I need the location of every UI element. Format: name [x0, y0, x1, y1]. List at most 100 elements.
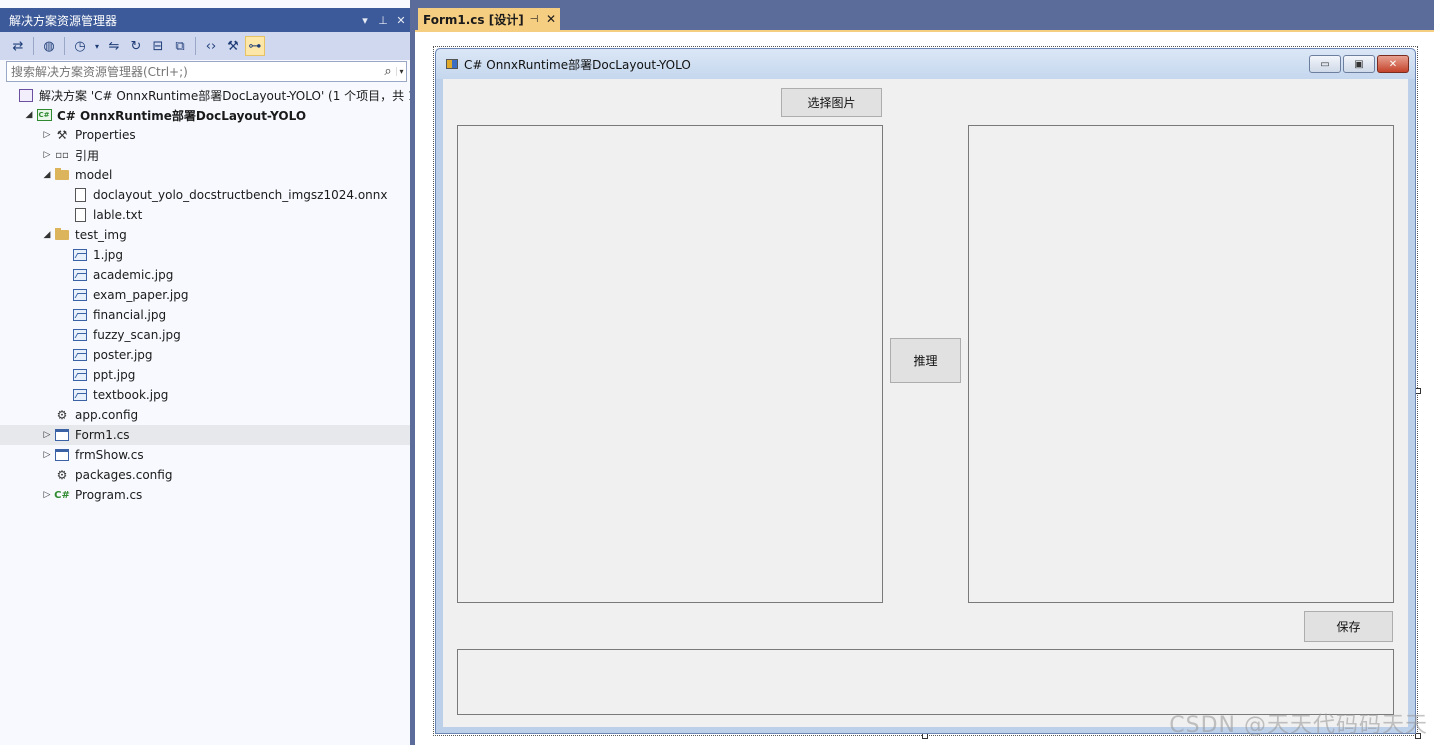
tree-item-label: 解决方案 'C# OnnxRuntime部署DocLayout-YOLO' (1…	[39, 88, 410, 103]
tree-item-img-fuzzy-scan[interactable]: fuzzy_scan.jpg	[0, 325, 410, 345]
form-app-icon	[446, 59, 458, 69]
tree-item-label: poster.jpg	[93, 348, 153, 362]
image-file-icon	[72, 287, 88, 303]
close-icon[interactable]: ✕	[1377, 55, 1409, 73]
search-icon[interactable]: ⌕	[380, 64, 396, 79]
tree-item-solution[interactable]: 解决方案 'C# OnnxRuntime部署DocLayout-YOLO' (1…	[0, 85, 410, 105]
tree-item-label: academic.jpg	[93, 268, 174, 282]
show-all-files-icon[interactable]: ⧉	[170, 36, 190, 56]
designer-surface: C# OnnxRuntime部署DocLayout-YOLO ▭ ▣ ✕ 选择图…	[415, 32, 1434, 745]
expand-arrow-icon[interactable]: ◢	[22, 110, 36, 120]
globe-icon[interactable]: ◍	[39, 36, 59, 56]
image-file-icon	[72, 387, 88, 403]
tree-item-label: fuzzy_scan.jpg	[93, 328, 181, 342]
tree-item-img-poster[interactable]: poster.jpg	[0, 345, 410, 365]
tab-pin-icon[interactable]: ⊣	[526, 14, 542, 25]
panel-menu-dropdown-icon[interactable]: ▾	[356, 14, 374, 27]
document-tab-strip: Form1.cs [设计] ⊣ ✕	[415, 0, 1434, 30]
dropdown-arrow-icon[interactable]: ▾	[92, 36, 102, 56]
tab-close-icon[interactable]: ✕	[542, 12, 560, 26]
tree-item-app-config[interactable]: ⚙ app.config	[0, 405, 410, 425]
tree-item-onnx-file[interactable]: doclayout_yolo_docstructbench_imgsz1024.…	[0, 185, 410, 205]
tree-item-label: Program.cs	[75, 488, 143, 502]
tree-item-label: app.config	[75, 408, 139, 422]
maximize-icon[interactable]: ▣	[1343, 55, 1375, 73]
tree-item-properties[interactable]: ▷ ⚒ Properties	[0, 125, 410, 145]
form-file-icon	[54, 427, 70, 443]
tree-item-img-1[interactable]: 1.jpg	[0, 245, 410, 265]
toolbar-separator	[64, 37, 65, 55]
tree-item-lable-txt[interactable]: lable.txt	[0, 205, 410, 225]
expand-arrow-icon[interactable]: ▷	[40, 130, 54, 140]
tree-item-label: test_img	[75, 228, 127, 242]
select-image-button[interactable]: 选择图片	[781, 88, 882, 117]
tree-item-references[interactable]: ▷ ▫▫ 引用	[0, 145, 410, 165]
tree-item-img-textbook[interactable]: textbook.jpg	[0, 385, 410, 405]
tree-item-label: doclayout_yolo_docstructbench_imgsz1024.…	[93, 188, 388, 202]
solution-explorer-toolbar: ⇄ ◍ ◷ ▾ ⇋ ↻ ⊟ ⧉ ‹› ⚒ ⊶	[0, 32, 410, 60]
preview-selected-icon[interactable]: ⊶	[245, 36, 265, 56]
form-file-icon	[54, 447, 70, 463]
references-icon: ▫▫	[55, 149, 69, 161]
tree-item-project[interactable]: ◢ C# C# OnnxRuntime部署DocLayout-YOLO	[0, 105, 410, 125]
tree-item-label: frmShow.cs	[75, 448, 144, 462]
folder-icon	[54, 227, 70, 243]
result-picturebox[interactable]	[968, 125, 1394, 603]
folder-icon	[54, 167, 70, 183]
tree-item-packages-config[interactable]: ⚙ packages.config	[0, 465, 410, 485]
expand-arrow-icon[interactable]: ▷	[40, 430, 54, 440]
refresh-icon[interactable]: ↻	[126, 36, 146, 56]
expand-arrow-icon[interactable]: ▷	[40, 490, 54, 500]
properties-wrench-icon[interactable]: ⚒	[223, 36, 243, 56]
tree-item-label: ppt.jpg	[93, 368, 136, 382]
watermark-text: CSDN @天天代码码天天	[1169, 713, 1428, 738]
tree-item-img-academic[interactable]: academic.jpg	[0, 265, 410, 285]
source-picturebox[interactable]	[457, 125, 883, 603]
tree-item-label: model	[75, 168, 113, 182]
tree-item-img-financial[interactable]: financial.jpg	[0, 305, 410, 325]
file-icon	[72, 187, 88, 203]
view-code-icon[interactable]: ‹›	[201, 36, 221, 56]
form-title: C# OnnxRuntime部署DocLayout-YOLO	[464, 57, 691, 72]
pending-changes-icon[interactable]: ◷	[70, 36, 90, 56]
expand-arrow-icon[interactable]: ◢	[40, 170, 54, 180]
text-file-icon	[72, 207, 88, 223]
tree-item-label: financial.jpg	[93, 308, 167, 322]
sync-active-doc-icon[interactable]: ⇋	[104, 36, 124, 56]
tab-form1-designer[interactable]: Form1.cs [设计] ⊣ ✕	[418, 8, 560, 30]
wrench-icon: ⚒	[56, 128, 68, 142]
solution-explorer-search[interactable]: ⌕ ▾	[6, 61, 407, 82]
tree-item-test-img[interactable]: ◢ test_img	[0, 225, 410, 245]
tree-item-label: 引用	[75, 148, 100, 163]
tree-item-label: Properties	[75, 128, 136, 142]
tree-item-img-ppt[interactable]: ppt.jpg	[0, 365, 410, 385]
image-file-icon	[72, 347, 88, 363]
output-textbox[interactable]	[457, 649, 1394, 715]
tree-item-label: textbook.jpg	[93, 388, 169, 402]
search-options-dropdown-icon[interactable]: ▾	[396, 67, 406, 76]
form-client-area: 选择图片 推理 保存	[443, 79, 1408, 727]
tree-item-model[interactable]: ◢ model	[0, 165, 410, 185]
tree-item-form1-cs[interactable]: ▷ Form1.cs	[0, 425, 410, 445]
expand-arrow-icon[interactable]: ◢	[40, 230, 54, 240]
minimize-icon[interactable]: ▭	[1309, 55, 1341, 73]
panel-pin-icon[interactable]: ⊥	[374, 14, 392, 27]
infer-button[interactable]: 推理	[890, 338, 961, 383]
panel-close-icon[interactable]: ✕	[392, 14, 410, 27]
tree-item-img-exam-paper[interactable]: exam_paper.jpg	[0, 285, 410, 305]
tree-item-frmshow-cs[interactable]: ▷ frmShow.cs	[0, 445, 410, 465]
collapse-all-icon[interactable]: ⊟	[148, 36, 168, 56]
search-input[interactable]	[7, 62, 380, 81]
solution-explorer-titlebar: 解决方案资源管理器 ▾ ⊥ ✕	[0, 8, 410, 32]
tab-label: Form1.cs [设计]	[423, 12, 524, 27]
tree-item-label: C# OnnxRuntime部署DocLayout-YOLO	[57, 108, 307, 123]
image-file-icon	[72, 367, 88, 383]
expand-arrow-icon[interactable]: ▷	[40, 150, 54, 160]
save-button[interactable]: 保存	[1304, 611, 1393, 642]
tree-item-program-cs[interactable]: ▷ C# Program.cs	[0, 485, 410, 505]
form-window[interactable]: C# OnnxRuntime部署DocLayout-YOLO ▭ ▣ ✕ 选择图…	[435, 48, 1416, 734]
switch-views-icon[interactable]: ⇄	[8, 36, 28, 56]
image-file-icon	[72, 267, 88, 283]
expand-arrow-icon[interactable]: ▷	[40, 450, 54, 460]
solution-tree: 解决方案 'C# OnnxRuntime部署DocLayout-YOLO' (1…	[0, 85, 410, 505]
